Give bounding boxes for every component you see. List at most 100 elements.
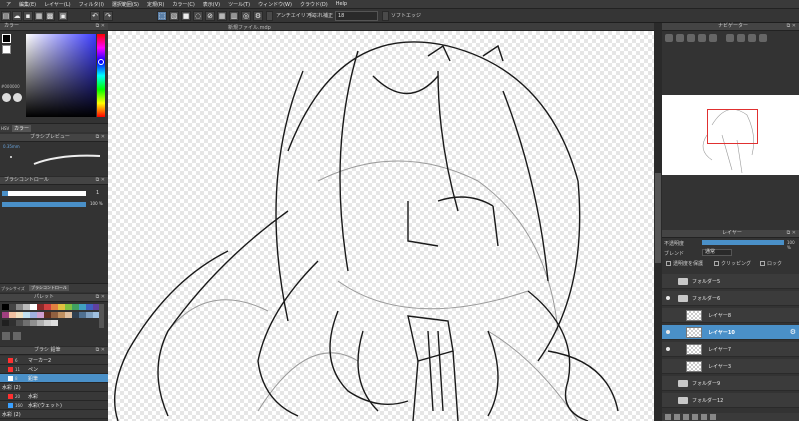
palette-swatch[interactable] — [9, 320, 16, 326]
clipping-checkbox[interactable] — [714, 261, 719, 266]
hsv-tab[interactable]: HSV — [1, 126, 9, 131]
save-icon[interactable]: ▪ — [23, 11, 33, 21]
circle-snap-icon[interactable]: ◎ — [241, 11, 251, 21]
palette-swatch[interactable] — [58, 312, 65, 318]
palette-swatch[interactable] — [51, 320, 58, 326]
color-tab[interactable]: カラー — [12, 125, 32, 132]
zoom-in-icon[interactable] — [665, 34, 673, 42]
visibility-eye-icon[interactable] — [666, 347, 670, 351]
panel-menu-icon[interactable]: ⧉ ✕ — [96, 134, 105, 141]
palette-swatch[interactable] — [2, 304, 9, 310]
merge-layer-icon[interactable] — [692, 414, 698, 420]
clear-layer-icon[interactable] — [701, 414, 707, 420]
palette-swatch[interactable] — [51, 312, 58, 318]
palette-swatch[interactable] — [79, 312, 86, 318]
flip-icon[interactable] — [737, 34, 745, 42]
transform-icon[interactable]: ▧ — [169, 11, 179, 21]
canvas-scrollbar[interactable] — [654, 23, 662, 421]
palette-swatch[interactable] — [2, 312, 9, 318]
drawing-canvas[interactable] — [108, 31, 654, 421]
new-file-icon[interactable]: ▤ — [1, 11, 11, 21]
menu-item[interactable]: 選択範囲(S) — [108, 1, 143, 8]
palette-swatch[interactable] — [23, 304, 30, 310]
grid-snap-icon[interactable]: ▦ — [217, 11, 227, 21]
protect-alpha-checkbox[interactable] — [666, 261, 671, 266]
settings-icon[interactable]: ⚙ — [253, 11, 263, 21]
fill-icon[interactable]: ▩ — [45, 11, 55, 21]
actual-size-icon[interactable] — [698, 34, 706, 42]
menu-item[interactable]: 表示(V) — [199, 1, 224, 8]
palette-swatch[interactable] — [30, 312, 37, 318]
color-wheel-icon[interactable] — [13, 93, 22, 102]
panel-menu-icon[interactable]: ⧉ ✕ — [96, 347, 105, 354]
palette-swatch[interactable] — [2, 320, 9, 326]
panel-menu-icon[interactable]: ⧉ ✕ — [96, 23, 105, 30]
brush-size-tab[interactable]: ブラシサイズ — [1, 286, 25, 292]
shape-icon[interactable]: ■ — [181, 11, 191, 21]
secondary-color-swatch[interactable] — [2, 45, 11, 54]
rotate-right-icon[interactable] — [748, 34, 756, 42]
menu-item[interactable]: ツール(T) — [224, 1, 254, 8]
select-tool-icon[interactable]: ⬚ — [157, 11, 167, 21]
undo-icon[interactable]: ↶ — [90, 11, 100, 21]
palette-swatch[interactable] — [72, 312, 79, 318]
hue-slider-handle[interactable] — [98, 59, 104, 65]
navigator-view-rect[interactable] — [707, 109, 758, 144]
add-color-icon[interactable] — [2, 332, 10, 340]
palette-scrollbar[interactable] — [99, 304, 104, 328]
palette-swatch[interactable] — [16, 320, 23, 326]
blend-mode-select[interactable]: 通常 — [702, 249, 732, 256]
layer-folder-row[interactable]: フォルダー9 — [662, 376, 799, 391]
brush-opacity-slider[interactable] — [2, 202, 86, 207]
palette-swatch[interactable] — [44, 304, 51, 310]
menu-item[interactable]: フィルタ(I) — [75, 1, 108, 8]
palette-swatch[interactable] — [72, 304, 79, 310]
redo-icon[interactable]: ↷ — [103, 11, 113, 21]
palette-swatch[interactable] — [16, 312, 23, 318]
cloud-icon[interactable]: ☁ — [12, 11, 22, 21]
brush-list-item[interactable]: 8 鉛筆 — [0, 374, 108, 383]
palette-swatch[interactable] — [65, 304, 72, 310]
grid-icon[interactable]: ▦ — [34, 11, 44, 21]
palette-swatch[interactable] — [16, 304, 23, 310]
palette-swatch[interactable] — [44, 320, 51, 326]
lasso-icon[interactable]: ◌ — [193, 11, 203, 21]
menu-item[interactable]: 編集(E) — [15, 1, 40, 8]
hue-slider[interactable] — [97, 34, 105, 117]
palette-swatch[interactable] — [23, 320, 30, 326]
panel-menu-icon[interactable]: ⧉ ✕ — [96, 177, 105, 184]
palette-swatch[interactable] — [65, 312, 72, 318]
brush-list-item[interactable]: 20 水彩 — [0, 392, 108, 401]
lock-checkbox[interactable] — [760, 261, 765, 266]
layer-row[interactable]: レイヤー10 ⚙ — [662, 325, 799, 340]
palette-swatch[interactable] — [37, 312, 44, 318]
new-folder-icon[interactable] — [674, 414, 680, 420]
zoom-out-icon[interactable] — [676, 34, 684, 42]
reset-rotation-icon[interactable] — [759, 34, 767, 42]
snap-icon[interactable]: ⊘ — [205, 11, 215, 21]
palette-swatch[interactable] — [79, 304, 86, 310]
menu-item[interactable]: 定規(R) — [143, 1, 168, 8]
palette-swatch[interactable] — [51, 304, 58, 310]
palette-swatch[interactable] — [44, 312, 51, 318]
fit-icon[interactable] — [687, 34, 695, 42]
palette-swatch[interactable] — [23, 312, 30, 318]
visibility-eye-icon[interactable] — [666, 330, 670, 334]
palette-swatch[interactable] — [9, 312, 16, 318]
new-layer-icon[interactable] — [665, 414, 671, 420]
palette-swatch[interactable] — [30, 304, 37, 310]
menu-item[interactable]: レイヤー(L) — [40, 1, 75, 8]
primary-color-swatch[interactable] — [2, 34, 11, 43]
stabilizer-select[interactable]: 18 — [335, 11, 378, 21]
layer-row[interactable]: レイヤー8 — [662, 308, 799, 323]
palette-swatch[interactable] — [9, 304, 16, 310]
canvas-title[interactable]: 新規ファイル.mdp — [228, 24, 271, 31]
panel-menu-icon[interactable]: ⧉ ✕ — [787, 230, 796, 237]
menu-item[interactable]: ウィンドウ(W) — [254, 1, 296, 8]
delete-layer-icon[interactable] — [710, 414, 716, 420]
rotate-icon[interactable] — [709, 34, 717, 42]
delete-color-icon[interactable] — [13, 332, 21, 340]
brush-control-tab[interactable]: ブラシコントロール — [29, 285, 69, 291]
menu-item[interactable]: Help — [332, 1, 351, 7]
brush-list-item[interactable]: 11 ペン — [0, 365, 108, 374]
